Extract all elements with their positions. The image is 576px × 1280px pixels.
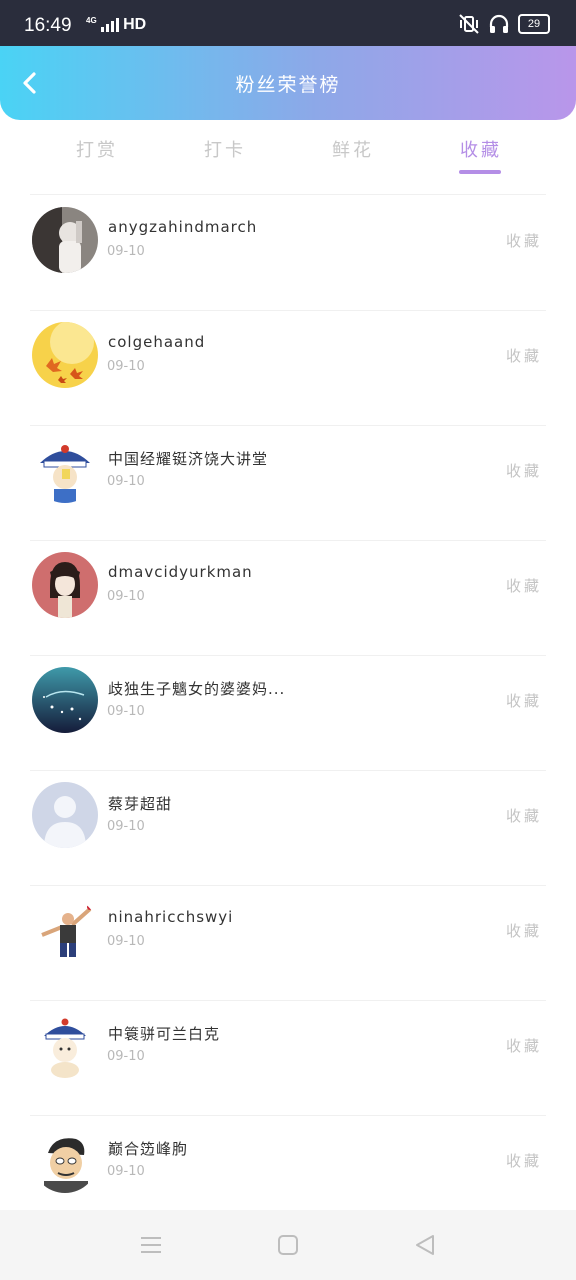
list-item[interactable]: ninahricchswyi 09-10 收藏 — [0, 886, 576, 1001]
action-label: 收藏 — [505, 232, 542, 250]
menu-icon — [141, 1237, 161, 1253]
item-date: 09-10 — [107, 1164, 145, 1179]
action-label: 收藏 — [505, 1037, 542, 1055]
action-label: 收藏 — [505, 577, 542, 595]
anime-girl-avatar — [32, 552, 98, 618]
battery-icon: 29 — [518, 14, 550, 34]
user-name: 巅合笾峰朐 — [108, 1140, 189, 1158]
headphones-icon — [489, 14, 509, 33]
divider — [30, 194, 546, 195]
autumn-leaves-avatar — [32, 322, 98, 388]
item-date: 09-10 — [107, 819, 145, 834]
item-date: 09-10 — [107, 244, 145, 259]
header-bar: 粉丝荣誉榜 — [0, 46, 576, 120]
action-label: 收藏 — [505, 347, 542, 365]
cartoon-dancer-avatar — [32, 897, 98, 963]
list-item[interactable]: 蔡芽超甜 09-10 收藏 — [0, 771, 576, 886]
action-label: 收藏 — [505, 462, 542, 480]
signal-icon — [101, 17, 120, 32]
item-date: 09-10 — [107, 1049, 145, 1064]
vibrate-mute-icon — [459, 14, 479, 34]
night-sky-avatar — [32, 667, 98, 733]
page-title: 粉丝荣誉榜 — [235, 74, 341, 96]
list-item[interactable]: colgehaand 09-10 收藏 — [0, 311, 576, 426]
list-item[interactable]: anygzahindmarch 09-10 收藏 — [0, 196, 576, 311]
home-square-icon — [278, 1235, 298, 1255]
user-name: dmavcidyurkman — [108, 563, 253, 581]
system-nav-bar — [0, 1210, 576, 1280]
default-user-avatar — [32, 782, 98, 848]
user-name: colgehaand — [108, 333, 206, 351]
active-tab-indicator — [459, 170, 501, 174]
home-button[interactable] — [275, 1232, 301, 1258]
tab-bar: 打赏 打卡 鲜花 收藏 — [0, 130, 576, 180]
cartoon-qing-official-avatar — [32, 1012, 98, 1078]
tab-reward[interactable]: 打赏 — [52, 136, 142, 162]
user-name: anygzahindmarch — [108, 218, 258, 236]
person-photo-avatar — [32, 207, 98, 273]
menu-button[interactable] — [138, 1232, 164, 1258]
list-item[interactable]: 中簑骈可兰白克 09-10 收藏 — [0, 1001, 576, 1116]
list-item[interactable]: 中国经耀铤济饶大讲堂 09-10 收藏 — [0, 426, 576, 541]
item-date: 09-10 — [107, 474, 145, 489]
network-label: HD — [123, 16, 147, 33]
network-gen-label: 4G — [86, 16, 97, 25]
list-item[interactable]: 歧独生子魑女的婆婆妈... 09-10 收藏 — [0, 656, 576, 771]
tab-checkin[interactable]: 打卡 — [180, 136, 270, 162]
tab-favorites[interactable]: 收藏 — [436, 136, 526, 162]
action-label: 收藏 — [505, 692, 542, 710]
item-date: 09-10 — [107, 589, 145, 604]
user-name: 蔡芽超甜 — [108, 795, 173, 813]
user-name: 中国经耀铤济饶大讲堂 — [108, 450, 269, 468]
fan-list: anygzahindmarch 09-10 收藏 colgehaand 09-1… — [0, 196, 576, 1231]
action-label: 收藏 — [505, 922, 542, 940]
item-date: 09-10 — [107, 359, 145, 374]
tab-flowers[interactable]: 鲜花 — [308, 136, 398, 162]
network-indicator: 4G HD — [86, 16, 146, 34]
list-item[interactable]: dmavcidyurkman 09-10 收藏 — [0, 541, 576, 656]
status-time: 16:49 — [24, 15, 72, 36]
action-label: 收藏 — [505, 807, 542, 825]
item-date: 09-10 — [107, 934, 145, 949]
back-nav-button[interactable] — [412, 1232, 438, 1258]
item-date: 09-10 — [107, 704, 145, 719]
user-name: ninahricchswyi — [108, 908, 234, 926]
action-label: 收藏 — [505, 1152, 542, 1170]
status-right: 29 — [458, 12, 550, 36]
user-name: 中簑骈可兰白克 — [108, 1025, 221, 1043]
status-bar: 16:49 4G HD 29 — [0, 0, 576, 46]
cartoon-man-avatar — [32, 1127, 98, 1193]
user-name: 歧独生子魑女的婆婆妈... — [108, 680, 286, 698]
back-triangle-icon — [416, 1235, 434, 1255]
cartoon-qing-official-avatar — [32, 437, 98, 503]
